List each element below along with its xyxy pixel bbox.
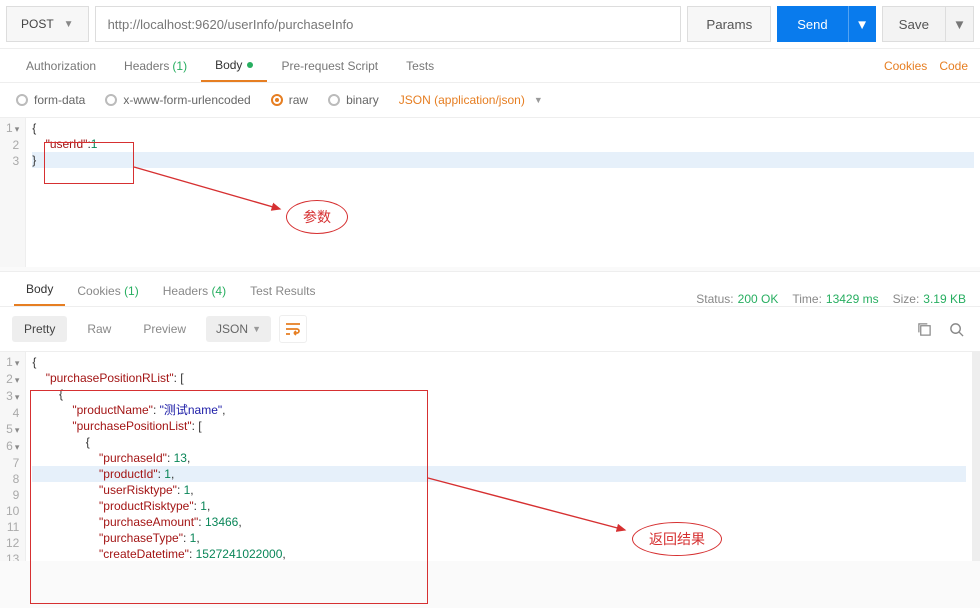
body-type-row: form-data x-www-form-urlencoded raw bina…	[0, 83, 980, 117]
response-body-editor[interactable]: 1▾2▾3▾45▾6▾78910111213141516 { "purchase…	[0, 351, 980, 561]
response-toolbar: Pretty Raw Preview JSON▼	[0, 307, 980, 351]
request-body-editor[interactable]: 1▾23 { "userId":1 }	[0, 117, 980, 267]
tab-authorization[interactable]: Authorization	[12, 49, 110, 82]
view-raw[interactable]: Raw	[75, 316, 123, 342]
tab-response-body[interactable]: Body	[14, 282, 65, 306]
http-method-label: POST	[21, 17, 54, 31]
response-tabs: Body Cookies (1) Headers (4) Test Result…	[0, 271, 980, 307]
chevron-down-icon: ▼	[64, 19, 74, 30]
view-pretty[interactable]: Pretty	[12, 316, 67, 342]
code-area[interactable]: { "userId":1 }	[26, 118, 980, 267]
radio-binary[interactable]: binary	[328, 93, 379, 107]
chevron-down-icon: ▼	[252, 324, 261, 334]
radio-raw[interactable]: raw	[271, 93, 308, 107]
request-tabs: Authorization Headers(1) Body Pre-reques…	[0, 49, 980, 83]
search-icon[interactable]	[944, 317, 968, 341]
line-gutter: 1▾2▾3▾45▾6▾78910111213141516	[0, 352, 26, 561]
code-link[interactable]: Code	[939, 59, 968, 73]
line-gutter: 1▾23	[0, 118, 26, 267]
send-button[interactable]: Send	[777, 6, 847, 42]
cookies-link[interactable]: Cookies	[884, 59, 927, 73]
wrap-lines-button[interactable]	[279, 315, 307, 343]
response-size: Size:3.19 KB	[893, 292, 966, 306]
tab-body[interactable]: Body	[201, 49, 267, 82]
response-format-select[interactable]: JSON▼	[206, 316, 271, 342]
save-group: Save ▼	[882, 6, 974, 42]
send-group: Send ▼	[777, 6, 875, 42]
save-button[interactable]: Save	[882, 6, 946, 42]
chevron-down-icon: ▼	[534, 95, 543, 105]
response-time: Time:13429 ms	[792, 292, 878, 306]
content-type-select[interactable]: JSON (application/json)▼	[399, 93, 543, 107]
url-input[interactable]	[95, 6, 682, 42]
send-dropdown-button[interactable]: ▼	[848, 6, 876, 42]
tab-headers[interactable]: Headers(1)	[110, 49, 201, 82]
request-toolbar: POST ▼ Params Send ▼ Save ▼	[0, 0, 980, 49]
tab-tests[interactable]: Tests	[392, 49, 448, 82]
code-area[interactable]: { "purchasePositionRList": [ { "productN…	[26, 352, 972, 561]
http-method-select[interactable]: POST ▼	[6, 6, 89, 42]
radio-urlencoded[interactable]: x-www-form-urlencoded	[105, 93, 250, 107]
tab-response-cookies[interactable]: Cookies (1)	[65, 284, 150, 306]
view-preview[interactable]: Preview	[131, 316, 198, 342]
tab-test-results[interactable]: Test Results	[238, 284, 327, 306]
params-button[interactable]: Params	[687, 6, 771, 42]
modified-dot-icon	[247, 62, 253, 68]
status-code: Status:200 OK	[696, 292, 778, 306]
save-dropdown-button[interactable]: ▼	[946, 6, 974, 42]
copy-icon[interactable]	[912, 317, 936, 341]
tab-prerequest[interactable]: Pre-request Script	[267, 49, 392, 82]
tab-response-headers[interactable]: Headers (4)	[151, 284, 238, 306]
radio-form-data[interactable]: form-data	[16, 93, 85, 107]
